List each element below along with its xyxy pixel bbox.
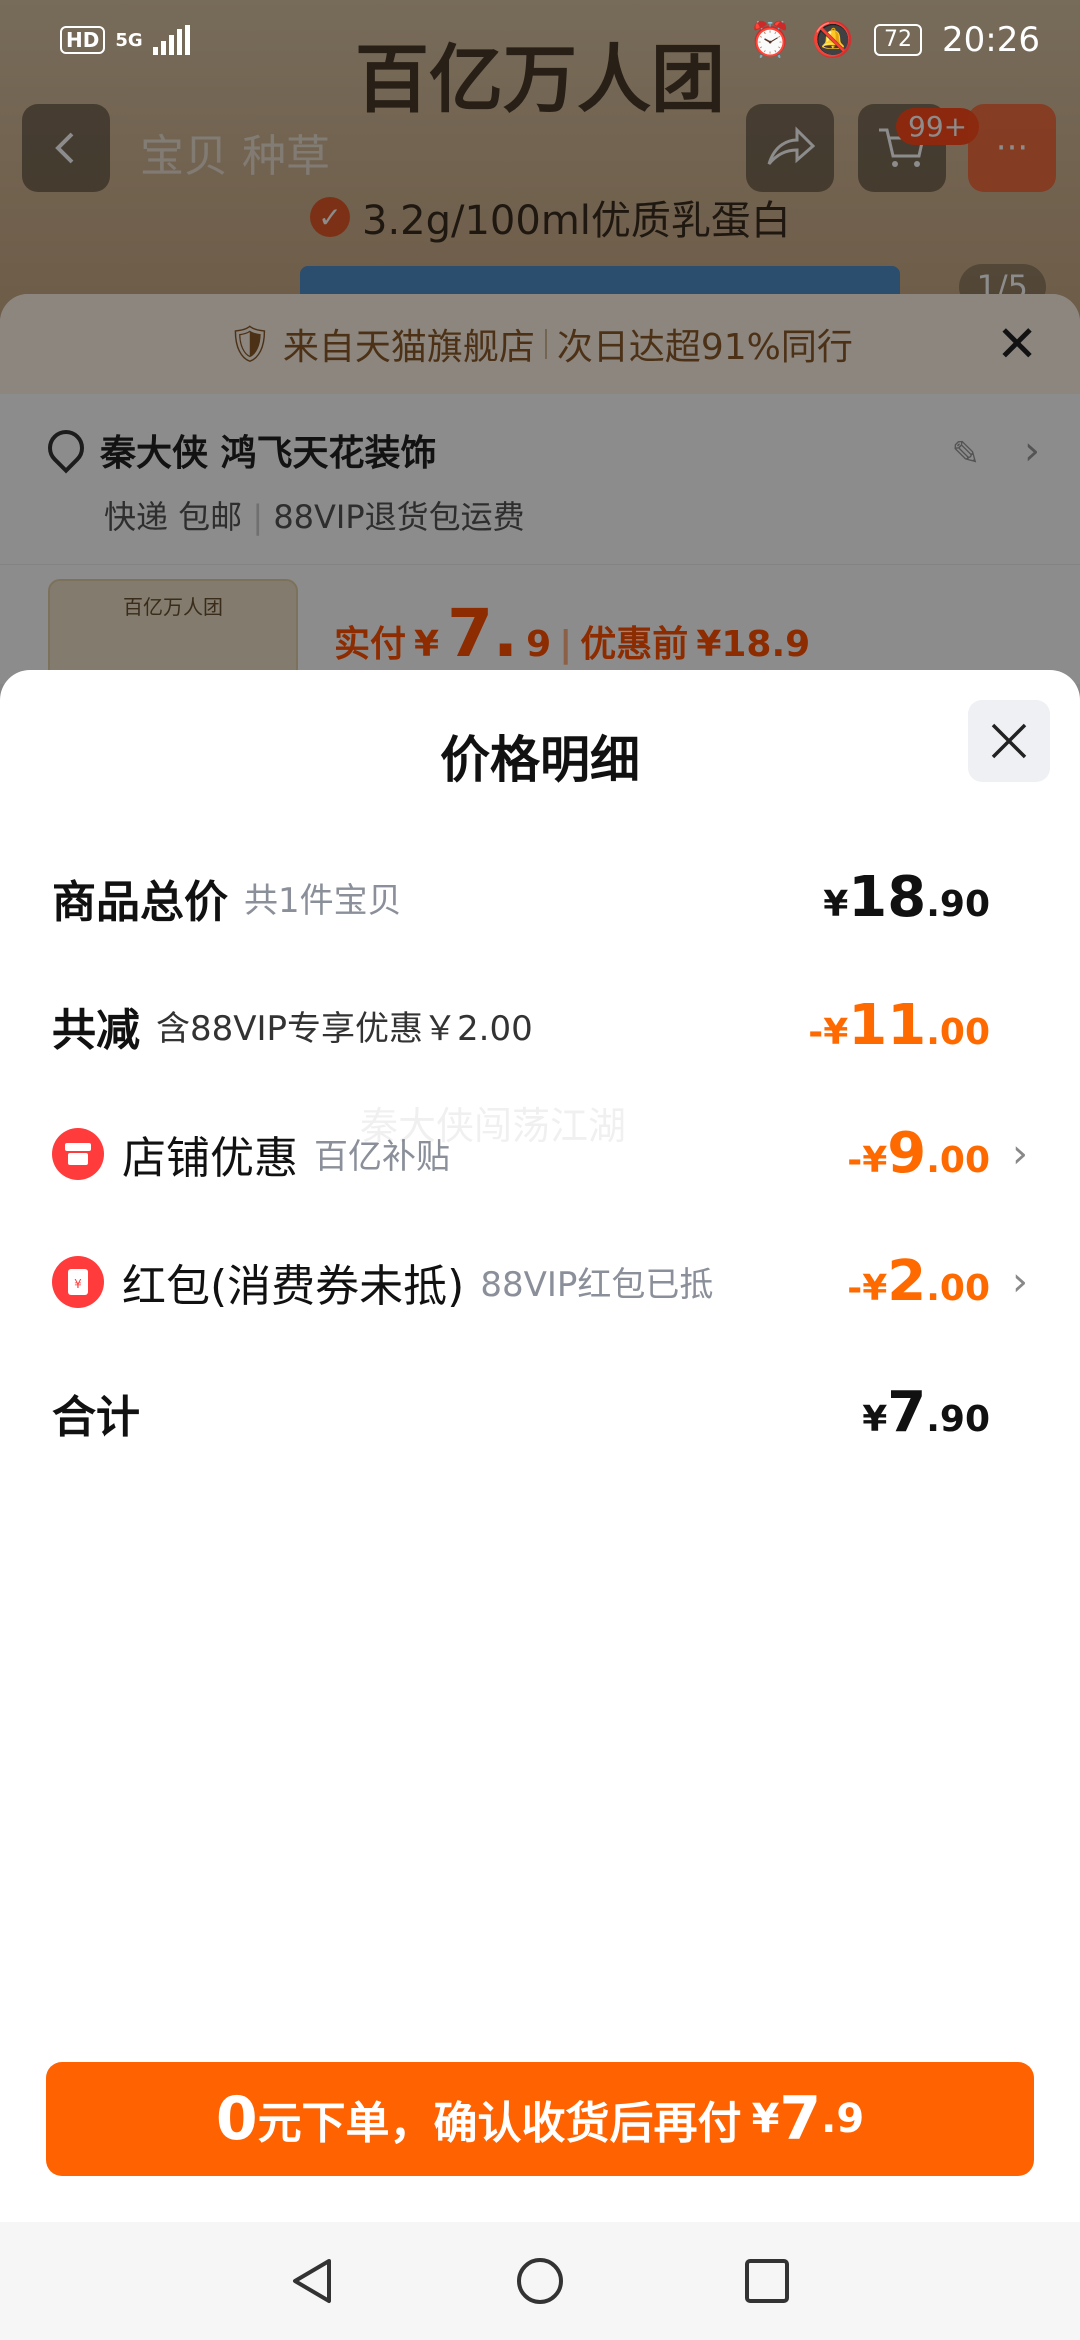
battery-indicator: 72: [874, 24, 923, 56]
amount-dec: .00: [926, 1140, 990, 1181]
watermark: 秦大侠闯荡江湖: [360, 1104, 627, 1148]
amount-int: 18: [848, 865, 927, 930]
nav-back-icon[interactable]: [287, 2255, 339, 2307]
amount-dec: .90: [926, 884, 990, 925]
amount-currency: -¥: [808, 1012, 849, 1053]
cta-dec: .9: [821, 2096, 865, 2142]
status-right: ⏰ 🔕 72 20:26: [749, 20, 1040, 60]
amount-int: 7: [887, 1380, 927, 1445]
status-left: HD 5G: [60, 25, 190, 55]
amount-currency: -¥: [847, 1140, 888, 1181]
chevron-right-icon: ›: [1012, 1130, 1028, 1177]
row-label: 红包(消费券未抵): [122, 1260, 465, 1312]
sheet-title: 价格明细: [440, 731, 640, 789]
store-icon: [52, 1127, 104, 1180]
row-amount: -¥ 11.00: [808, 993, 990, 1058]
amount-dec: .00: [926, 1012, 990, 1053]
network-type: 5G: [115, 29, 143, 51]
row-label: 共减: [52, 1004, 140, 1056]
hd-indicator: HD: [60, 26, 106, 54]
amount-dec: .00: [926, 1268, 990, 1309]
row-red-packet[interactable]: ¥ 红包(消费券未抵) 88VIP红包已抵 -¥ 2.00 ›: [52, 1249, 1028, 1314]
nav-home-icon[interactable]: [514, 2255, 566, 2307]
amount-int: 11: [848, 993, 927, 1058]
amount-currency: -¥: [847, 1268, 888, 1309]
cta-zero: 0: [215, 2084, 258, 2154]
cta-int: 7: [779, 2084, 822, 2154]
row-label: 商品总价: [52, 876, 228, 928]
amount-currency: ¥: [862, 1399, 888, 1440]
row-amount: ¥18.90: [823, 865, 990, 930]
svg-text:¥: ¥: [74, 1277, 82, 1291]
amount-currency: ¥: [823, 884, 849, 925]
signal-icon: [152, 25, 190, 55]
nav-recents-icon[interactable]: [741, 2255, 793, 2307]
close-button[interactable]: [968, 700, 1050, 782]
system-nav-bar: [0, 2222, 1080, 2340]
close-icon: [991, 723, 1027, 759]
amount-dec: .90: [926, 1399, 990, 1440]
amount-int: 2: [887, 1249, 927, 1314]
row-sub: 含88VIP专享优惠￥2.00: [156, 1009, 533, 1049]
mute-icon: 🔕: [811, 20, 855, 60]
row-sub: 88VIP红包已抵: [480, 1265, 714, 1305]
amount-int: 9: [887, 1121, 927, 1186]
row-label: 合计: [52, 1391, 140, 1443]
alarm-icon: ⏰: [749, 20, 792, 60]
cta-text: 元下单，确认收货后再付: [257, 2098, 742, 2149]
row-grand-total: 合计 ¥7.90: [52, 1380, 1028, 1445]
row-label: 店铺优惠: [122, 1132, 298, 1184]
row-amount: -¥ 9.00: [847, 1121, 990, 1186]
submit-order-button[interactable]: 0 元下单，确认收货后再付 ¥ 7 .9: [46, 2062, 1034, 2176]
row-total-discount: 共减 含88VIP专享优惠￥2.00 -¥ 11.00: [52, 993, 1028, 1058]
row-sub: 共1件宝贝: [244, 881, 402, 921]
cta-currency: ¥: [751, 2096, 780, 2142]
row-goods-total: 商品总价 共1件宝贝 ¥18.90: [52, 865, 1028, 930]
clock: 20:26: [942, 20, 1040, 60]
red-packet-icon: ¥: [52, 1255, 104, 1308]
row-amount: -¥ 2.00: [847, 1249, 990, 1314]
status-bar: HD 5G ⏰ 🔕 72 20:26: [0, 0, 1080, 80]
row-amount: ¥7.90: [862, 1380, 990, 1445]
chevron-right-icon: ›: [1012, 1258, 1028, 1305]
